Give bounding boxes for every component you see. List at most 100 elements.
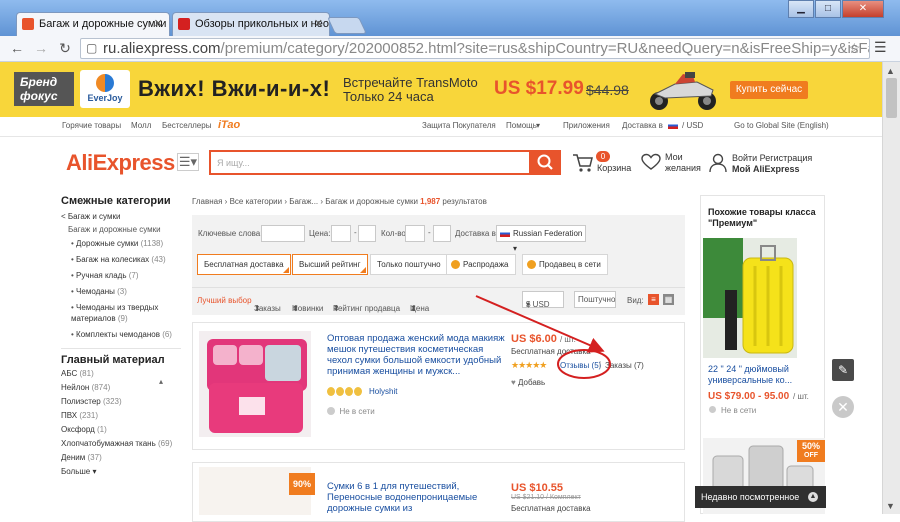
collapse-chevron-icon[interactable]: ▴ [159, 376, 163, 387]
bookmark-star-icon[interactable]: ☆ [848, 40, 861, 57]
seller-name-link[interactable]: Holyshit [369, 387, 397, 396]
user-icon[interactable] [709, 153, 727, 173]
crumb-baggage[interactable]: Багаж... [289, 197, 318, 206]
close-window-button[interactable]: ✕ [842, 0, 884, 18]
search-button[interactable] [529, 150, 561, 175]
heart-icon[interactable] [641, 153, 661, 171]
top-rated-label: Высший рейтинг [299, 260, 361, 269]
sale-filter[interactable]: Распродажа [446, 254, 516, 275]
subcategory-item[interactable]: • Багаж на колесиках (43) [71, 254, 181, 265]
material-item[interactable]: Оксфорд (1) [61, 424, 181, 435]
material-item[interactable]: Деним (37) [61, 452, 181, 463]
material-item[interactable]: Полиэстер (323) [61, 396, 181, 407]
ship-to-label: Доставка в [455, 229, 496, 238]
subcategory-item[interactable]: • Чемоданы (3) [71, 286, 181, 297]
subcategory-item[interactable]: • Комплекты чемоданов (6) [71, 329, 181, 340]
price-max-input[interactable] [358, 225, 376, 242]
forward-icon[interactable]: → [32, 39, 50, 57]
ship-country-select[interactable]: Russian Federation ▾ [496, 225, 586, 253]
tab-aliexpress[interactable]: Багаж и дорожные сумки К ✕ [16, 12, 170, 36]
help-link[interactable]: Помощь [506, 121, 537, 130]
subcategory-label: Багаж на колесиках [76, 255, 150, 264]
promo-banner[interactable]: Бренд фокус EverJoy Вжих! Вжи-и-и-х! Вст… [0, 62, 882, 117]
add-wish-button[interactable]: ♥ Добавь [511, 378, 545, 387]
qty-min-input[interactable] [405, 225, 425, 242]
more-link[interactable]: Больше ▾ [61, 466, 181, 477]
recently-viewed-bar[interactable]: Недавно посмотренное ▲ [695, 486, 826, 508]
subcategory-item[interactable]: • Чемоданы из твердых материалов (9) [71, 302, 181, 324]
parent-category-link[interactable]: < Багаж и сумки [61, 211, 181, 222]
wishlist-link[interactable]: Мои желания [665, 152, 701, 174]
view-label: Вид: [627, 296, 644, 305]
page-scrollbar[interactable]: ▲ ▼ [882, 62, 900, 514]
material-item[interactable]: Нейлон (874) [61, 382, 181, 393]
url-path: /premium/category/202000852.html?site=ru… [220, 40, 870, 57]
reviews-link[interactable]: Отзывы (5) [560, 361, 601, 370]
delivery-link[interactable]: Доставка в [622, 121, 663, 130]
reload-icon[interactable]: ↻ [56, 39, 74, 57]
product-card[interactable]: 90% Сумки 6 в 1 для путешествий, Перенос… [192, 462, 685, 522]
maximize-button[interactable]: □ [815, 0, 841, 18]
sort-best-match[interactable]: Лучший выбор [197, 296, 252, 305]
free-shipping-filter[interactable]: Бесплатная доставка [197, 254, 291, 275]
aliexpress-logo[interactable]: AliExpress [66, 150, 175, 176]
orders-count[interactable]: Заказы (7) [605, 361, 644, 370]
help-chevron-icon[interactable]: ▾ [536, 121, 540, 130]
tab-reviews[interactable]: Обзоры прикольных и необ ✕ [172, 12, 330, 36]
pencil-icon[interactable]: ✎ [832, 359, 854, 381]
currency-select[interactable]: $ USD ▾ [522, 291, 564, 309]
bestsellers-link[interactable]: Бестселлеры [162, 121, 211, 130]
crumb-home[interactable]: Главная [192, 197, 222, 206]
itao-link[interactable]: iTao [218, 119, 240, 131]
cart-icon[interactable] [572, 153, 594, 173]
address-bar[interactable]: ▢ ru.aliexpress.com/premium/category/202… [80, 38, 870, 59]
unit-select[interactable]: Поштучно [574, 291, 616, 308]
cart-label[interactable]: Корзина [597, 163, 631, 173]
close-icon[interactable]: ✕ [832, 396, 854, 418]
material-count: (231) [79, 411, 98, 420]
product-card[interactable]: Оптовая продажа женский мода макияж мешо… [192, 322, 685, 450]
premium-item-title-link[interactable]: 22 " 24 " дюймовый универсальные ко... [708, 364, 820, 386]
single-piece-filter[interactable]: Только поштучно [370, 254, 448, 275]
buyer-protection-link[interactable]: Защита Покупателя [422, 121, 496, 130]
material-item[interactable]: АБС (81) [61, 368, 181, 379]
seller-medals [327, 387, 362, 399]
grid-view-icon[interactable]: ▦ [663, 294, 674, 305]
mall-link[interactable]: Молл [131, 121, 151, 130]
search-input[interactable]: Я ищу... [209, 150, 531, 175]
scroll-down-icon[interactable]: ▼ [886, 501, 895, 511]
material-item[interactable]: Хлопчатобумажная ткань (69) [61, 438, 181, 449]
list-view-icon[interactable]: ≡ [648, 294, 659, 305]
top-rated-filter[interactable]: Высший рейтинг [292, 254, 368, 275]
subcategory-item[interactable]: • Дорожные сумки (1138) [71, 238, 181, 249]
new-tab-button[interactable] [327, 17, 367, 34]
chevron-up-icon[interactable]: ▲ [808, 492, 818, 502]
close-tab-icon[interactable]: ✕ [314, 13, 323, 35]
product-image[interactable] [199, 331, 311, 437]
close-tab-icon[interactable]: ✕ [154, 13, 163, 35]
scroll-thumb[interactable] [886, 78, 897, 118]
product-title-link[interactable]: Сумки 6 в 1 для путешествий, Переносные … [327, 481, 507, 514]
crumb-all[interactable]: Все категории [230, 197, 283, 206]
scroll-up-icon[interactable]: ▲ [886, 66, 895, 76]
keywords-input[interactable] [261, 225, 305, 242]
categories-menu-icon[interactable]: ☰▾ [177, 153, 199, 171]
apps-link[interactable]: Приложения [563, 121, 610, 130]
buy-now-button[interactable]: Купить сейчас [730, 81, 808, 99]
global-site-link[interactable]: Go to Global Site (English) [734, 121, 829, 130]
product-title-link[interactable]: Оптовая продажа женский мода макияж мешо… [327, 333, 507, 377]
hot-products-link[interactable]: Горячие товары [62, 121, 121, 130]
material-item[interactable]: ПВХ (231) [61, 410, 181, 421]
subcategory-item[interactable]: • Ручная кладь (7) [71, 270, 181, 281]
ship-country-value: Russian Federation [513, 229, 583, 238]
qty-max-input[interactable] [433, 225, 451, 242]
my-aliexpress-link[interactable]: Мой AliExpress [732, 164, 800, 174]
menu-icon[interactable]: ☰ [874, 39, 887, 56]
price-min-input[interactable] [331, 225, 351, 242]
currency-link[interactable]: / USD [682, 121, 703, 130]
minimize-button[interactable]: ▁ [788, 0, 814, 18]
login-register-link[interactable]: Войти Регистрация [732, 153, 812, 163]
suitcase-image[interactable] [703, 238, 797, 358]
back-icon[interactable]: ← [8, 39, 26, 57]
online-seller-filter[interactable]: Продавец в сети [522, 254, 608, 275]
